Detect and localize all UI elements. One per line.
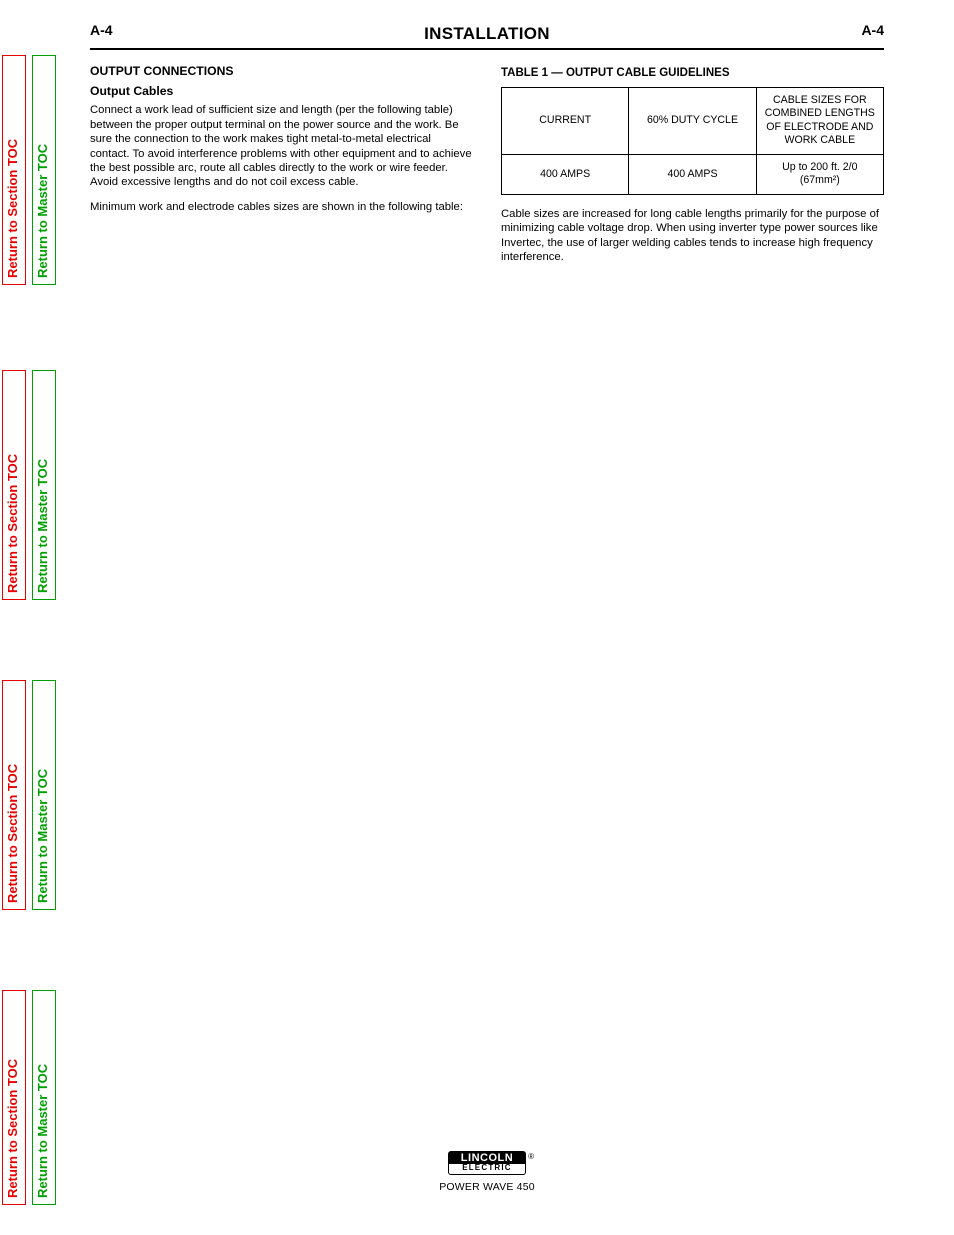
return-section-toc-button[interactable]: Return to Section TOC	[2, 370, 26, 600]
return-section-toc-label: Return to Section TOC	[5, 764, 20, 903]
toc-column-master: Return to Master TOC Return to Master TO…	[30, 0, 60, 1235]
return-section-toc-label: Return to Section TOC	[5, 139, 20, 278]
output-cable-table: CURRENT 60% DUTY CYCLE CABLE SIZES FOR C…	[501, 87, 884, 195]
table-row: CURRENT 60% DUTY CYCLE CABLE SIZES FOR C…	[502, 87, 884, 154]
return-section-toc-label: Return to Section TOC	[5, 1059, 20, 1198]
page-code-right: A-4	[861, 22, 884, 38]
return-master-toc-label: Return to Master TOC	[35, 769, 50, 903]
page-content: A-4 A-4 INSTALLATION OUTPUT CONNECTIONS …	[90, 22, 884, 1195]
model-name: POWER WAVE 450	[439, 1181, 535, 1193]
table-row: 400 AMPS 400 AMPS Up to 200 ft. 2/0 (67m…	[502, 154, 884, 194]
table-cell: 400 AMPS	[629, 154, 756, 194]
paragraph: Connect a work lead of sufficient size a…	[90, 103, 473, 190]
right-column: TABLE 1 — OUTPUT CABLE GUIDELINES CURREN…	[501, 64, 884, 275]
return-section-toc-label: Return to Section TOC	[5, 454, 20, 593]
paragraph: Minimum work and electrode cables sizes …	[90, 200, 473, 214]
table-cell: Up to 200 ft. 2/0 (67mm²)	[756, 154, 883, 194]
page-code-left: A-4	[90, 22, 113, 38]
return-master-toc-label: Return to Master TOC	[35, 1064, 50, 1198]
return-master-toc-button[interactable]: Return to Master TOC	[32, 680, 56, 910]
title-rule	[90, 48, 884, 50]
return-master-toc-button[interactable]: Return to Master TOC	[32, 55, 56, 285]
registered-mark-icon: ®	[528, 1152, 534, 1161]
brand-logo: LINCOLN ELECTRIC ®	[448, 1151, 526, 1175]
return-master-toc-label: Return to Master TOC	[35, 459, 50, 593]
return-master-toc-button[interactable]: Return to Master TOC	[32, 370, 56, 600]
heading-output-cables: Output Cables	[90, 84, 473, 100]
table-header-cell: CURRENT	[502, 87, 629, 154]
return-section-toc-button[interactable]: Return to Section TOC	[2, 680, 26, 910]
toc-column-section: Return to Section TOC Return to Section …	[0, 0, 30, 1235]
return-section-toc-button[interactable]: Return to Section TOC	[2, 55, 26, 285]
table-header-cell: CABLE SIZES FOR COMBINED LENGTHS OF ELEC…	[756, 87, 883, 154]
table-cell: 400 AMPS	[502, 154, 629, 194]
return-section-toc-button[interactable]: Return to Section TOC	[2, 990, 26, 1205]
table-header-cell: 60% DUTY CYCLE	[629, 87, 756, 154]
two-column-layout: OUTPUT CONNECTIONS Output Cables Connect…	[90, 64, 884, 275]
page-title: INSTALLATION	[90, 24, 884, 44]
return-master-toc-button[interactable]: Return to Master TOC	[32, 990, 56, 1205]
brand-logo-bottom: ELECTRIC	[448, 1164, 526, 1175]
return-master-toc-label: Return to Master TOC	[35, 144, 50, 278]
left-column: OUTPUT CONNECTIONS Output Cables Connect…	[90, 64, 473, 275]
paragraph: Cable sizes are increased for long cable…	[501, 207, 884, 265]
heading-output-connections: OUTPUT CONNECTIONS	[90, 64, 473, 80]
table-title: TABLE 1 — OUTPUT CABLE GUIDELINES	[501, 66, 884, 81]
